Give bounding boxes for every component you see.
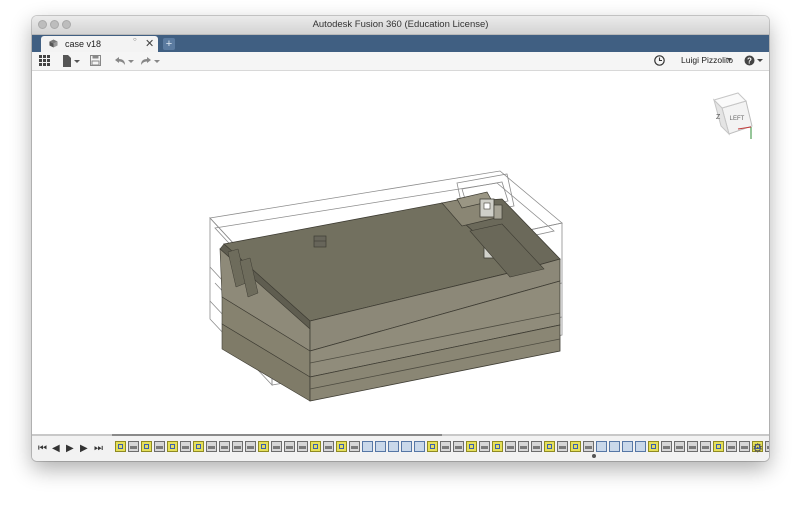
timeline-sketch-icon[interactable] [713, 441, 724, 452]
timeline-feat-icon[interactable] [726, 441, 737, 452]
timeline-feat-icon[interactable] [700, 441, 711, 452]
timeline-feat-icon[interactable] [219, 441, 230, 452]
app-grid-icon[interactable] [39, 55, 50, 66]
file-icon[interactable] [62, 55, 80, 67]
gear-icon[interactable]: ⚙ [752, 441, 763, 455]
timeline-sketch-icon[interactable] [570, 441, 581, 452]
view-cube-face-label: LEFT [730, 116, 745, 122]
timeline-feat-icon[interactable] [583, 441, 594, 452]
timeline-feat-icon[interactable] [687, 441, 698, 452]
timeline-construct-icon[interactable] [635, 441, 646, 452]
tab-status-icon: ○ [133, 37, 137, 43]
model-canvas[interactable]: LEFT Z [32, 71, 769, 435]
timeline-feat-icon[interactable] [323, 441, 334, 452]
timeline-marker[interactable] [592, 454, 596, 458]
timeline-sketch-icon[interactable] [141, 441, 152, 452]
timeline-feature-list [115, 441, 769, 455]
timeline-feat-icon[interactable] [453, 441, 464, 452]
timeline-sketch-icon[interactable] [310, 441, 321, 452]
timeline-construct-icon[interactable] [609, 441, 620, 452]
timeline-sketch-icon[interactable] [466, 441, 477, 452]
undo-icon[interactable] [114, 56, 134, 66]
timeline-feat-icon[interactable] [739, 441, 750, 452]
timeline-feat-icon[interactable] [765, 441, 769, 452]
timeline-feat-icon[interactable] [128, 441, 139, 452]
close-tab-icon[interactable]: ✕ [145, 37, 154, 50]
clock-icon[interactable] [654, 55, 665, 66]
new-tab-button[interactable]: + [163, 38, 175, 50]
timeline-sketch-icon[interactable] [427, 441, 438, 452]
application-toolbar: Luigi Pizzolito ▼ ? [32, 52, 769, 71]
timeline-play-icon[interactable]: ▶ [66, 443, 74, 454]
timeline-first-icon[interactable]: ⏮ [38, 443, 47, 454]
app-window: Autodesk Fusion 360 (Education License) … [32, 16, 769, 461]
timeline-sketch-icon[interactable] [648, 441, 659, 452]
timeline-feat-icon[interactable] [557, 441, 568, 452]
timeline-bar: ⏮ ◀ ▶ ▶ ⏭ ⚙ [32, 434, 769, 461]
timeline-feat-icon[interactable] [297, 441, 308, 452]
document-tab-label: case v18 [65, 39, 102, 49]
timeline-feat-icon[interactable] [505, 441, 516, 452]
timeline-construct-icon[interactable] [375, 441, 386, 452]
view-cube-axis-label: Z [716, 114, 721, 121]
timeline-feat-icon[interactable] [232, 441, 243, 452]
timeline-next-icon[interactable]: ▶ [80, 443, 88, 454]
timeline-feat-icon[interactable] [349, 441, 360, 452]
timeline-prev-icon[interactable]: ◀ [52, 443, 60, 454]
title-bar: Autodesk Fusion 360 (Education License) [32, 16, 769, 35]
timeline-feat-icon[interactable] [180, 441, 191, 452]
timeline-feat-icon[interactable] [440, 441, 451, 452]
timeline-sketch-icon[interactable] [544, 441, 555, 452]
timeline-last-icon[interactable]: ⏭ [94, 443, 103, 454]
user-menu-chevron-icon[interactable]: ▼ [726, 54, 733, 68]
canvas-viewport[interactable]: LEFT Z [32, 71, 769, 435]
document-tab-bar: case v18 ○ ✕ + [32, 35, 769, 52]
timeline-feat-icon[interactable] [518, 441, 529, 452]
timeline-construct-icon[interactable] [401, 441, 412, 452]
timeline-feat-icon[interactable] [531, 441, 542, 452]
document-tab[interactable]: case v18 ○ ✕ [41, 36, 158, 52]
timeline-scroll-thumb[interactable] [112, 434, 442, 436]
timeline-feat-icon[interactable] [661, 441, 672, 452]
timeline-sketch-icon[interactable] [167, 441, 178, 452]
timeline-construct-icon[interactable] [596, 441, 607, 452]
window-title: Autodesk Fusion 360 (Education License) [312, 19, 489, 30]
timeline-feat-icon[interactable] [154, 441, 165, 452]
timeline-scrollbar[interactable] [32, 434, 769, 436]
timeline-construct-icon[interactable] [414, 441, 425, 452]
timeline-feat-icon[interactable] [271, 441, 282, 452]
help-icon[interactable]: ? [744, 55, 764, 66]
timeline-construct-icon[interactable] [388, 441, 399, 452]
timeline-feat-icon[interactable] [206, 441, 217, 452]
component-cube-icon [49, 39, 58, 48]
timeline-sketch-icon[interactable] [115, 441, 126, 452]
timeline-feat-icon[interactable] [245, 441, 256, 452]
timeline-construct-icon[interactable] [622, 441, 633, 452]
timeline-sketch-icon[interactable] [258, 441, 269, 452]
svg-text:?: ? [747, 57, 752, 66]
solid-enclosure-body[interactable] [219, 198, 561, 402]
redo-icon[interactable] [140, 56, 160, 66]
view-cube[interactable]: LEFT Z [713, 92, 753, 139]
timeline-sketch-icon[interactable] [492, 441, 503, 452]
timeline-sketch-icon[interactable] [336, 441, 347, 452]
timeline-sketch-icon[interactable] [193, 441, 204, 452]
timeline-feat-icon[interactable] [284, 441, 295, 452]
timeline-feat-icon[interactable] [674, 441, 685, 452]
save-icon[interactable] [90, 55, 101, 66]
timeline-feat-icon[interactable] [479, 441, 490, 452]
timeline-construct-icon[interactable] [362, 441, 373, 452]
